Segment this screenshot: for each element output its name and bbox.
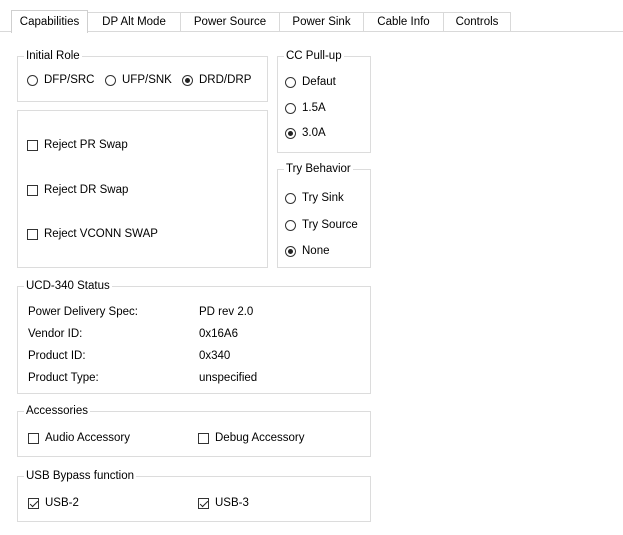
tab-bar: Capabilities DP Alt Mode Power Source Po… — [0, 0, 623, 33]
initial-role-title: Initial Role — [24, 49, 82, 63]
try-behavior-title: Try Behavior — [284, 162, 353, 176]
radio-try-sink[interactable]: Try Sink — [285, 192, 344, 204]
radio-cc-3-0a-label: 3.0A — [302, 127, 326, 139]
radio-cc-3-0a[interactable]: 3.0A — [285, 127, 326, 139]
reject-vconn-swap-label: Reject VCONN SWAP — [44, 228, 158, 240]
cc-pullup-group: CC Pull-up Defaut 1.5A 3.0A — [277, 49, 371, 153]
swap-options-group: Reject PR Swap Reject DR Swap Reject VCO… — [17, 110, 268, 268]
tab-controls[interactable]: Controls — [443, 12, 511, 32]
vendor-id-label: Vendor ID: — [28, 328, 83, 340]
radio-cc-default-label: Defaut — [302, 76, 336, 88]
radio-ufp-snk-label: UFP/SNK — [122, 74, 172, 86]
usb-3-label: USB-3 — [215, 497, 249, 509]
radio-indicator[interactable] — [285, 192, 296, 204]
radio-indicator[interactable] — [285, 127, 296, 139]
radio-try-source[interactable]: Try Source — [285, 219, 358, 231]
radio-drd-drp[interactable]: DRD/DRP — [182, 74, 251, 86]
radio-ufp-snk[interactable]: UFP/SNK — [105, 74, 172, 86]
radio-cc-default[interactable]: Defaut — [285, 76, 336, 88]
radio-indicator[interactable] — [285, 219, 296, 231]
accessories-group: Accessories Audio Accessory Debug Access… — [17, 404, 371, 457]
tab-dp-alt-mode[interactable]: DP Alt Mode — [87, 12, 181, 32]
radio-dfp-src-label: DFP/SRC — [44, 74, 95, 86]
product-id-label: Product ID: — [28, 350, 86, 362]
pd-spec-value: PD rev 2.0 — [199, 306, 254, 318]
check-audio-accessory[interactable]: Audio Accessory — [28, 432, 130, 444]
product-type-label: Product Type: — [28, 372, 99, 384]
checkbox[interactable] — [27, 184, 38, 196]
radio-cc-1-5a[interactable]: 1.5A — [285, 102, 326, 114]
radio-try-sink-label: Try Sink — [302, 192, 344, 204]
radio-indicator[interactable] — [285, 245, 296, 257]
pd-spec-label: Power Delivery Spec: — [28, 306, 138, 318]
check-reject-dr-swap[interactable]: Reject DR Swap — [27, 184, 128, 196]
radio-cc-1-5a-label: 1.5A — [302, 102, 326, 114]
debug-accessory-label: Debug Accessory — [215, 432, 305, 444]
vendor-id-value: 0x16A6 — [199, 328, 239, 340]
check-reject-vconn-swap[interactable]: Reject VCONN SWAP — [27, 228, 158, 240]
radio-dfp-src[interactable]: DFP/SRC — [27, 74, 94, 86]
check-reject-pr-swap[interactable]: Reject PR Swap — [27, 139, 128, 151]
radio-try-none[interactable]: None — [285, 245, 330, 257]
check-usb-2[interactable]: USB-2 — [28, 497, 79, 509]
tab-divider — [0, 31, 623, 32]
usb-bypass-title: USB Bypass function — [24, 469, 137, 483]
radio-indicator[interactable] — [285, 76, 296, 88]
tab-power-source[interactable]: Power Source — [180, 12, 280, 32]
try-behavior-group: Try Behavior Try Sink Try Source None — [277, 162, 371, 268]
check-usb-3[interactable]: USB-3 — [198, 497, 249, 509]
checkbox[interactable] — [28, 432, 39, 444]
usb-2-label: USB-2 — [45, 497, 79, 509]
product-id-value: 0x340 — [199, 350, 231, 362]
radio-indicator[interactable] — [105, 74, 116, 86]
tab-power-sink[interactable]: Power Sink — [279, 12, 364, 32]
reject-dr-swap-label: Reject DR Swap — [44, 184, 129, 196]
initial-role-group: Initial Role DFP/SRC UFP/SNK DRD/DRP — [17, 49, 268, 102]
radio-indicator[interactable] — [182, 74, 193, 86]
radio-try-none-label: None — [302, 245, 330, 257]
cc-pullup-title: CC Pull-up — [284, 49, 344, 63]
status-title: UCD-340 Status — [24, 279, 112, 293]
tab-capabilities[interactable]: Capabilities — [11, 10, 88, 33]
radio-try-source-label: Try Source — [302, 219, 358, 231]
status-group: UCD-340 Status Power Delivery Spec: PD r… — [17, 279, 371, 394]
accessories-title: Accessories — [24, 404, 90, 418]
checkbox[interactable] — [28, 497, 39, 509]
audio-accessory-label: Audio Accessory — [45, 432, 131, 444]
radio-drd-drp-label: DRD/DRP — [199, 74, 252, 86]
checkbox[interactable] — [27, 139, 38, 151]
tab-cable-info[interactable]: Cable Info — [363, 12, 444, 32]
radio-indicator[interactable] — [285, 102, 296, 114]
checkbox[interactable] — [198, 432, 209, 444]
product-type-value: unspecified — [199, 372, 258, 384]
check-debug-accessory[interactable]: Debug Accessory — [198, 432, 305, 444]
reject-pr-swap-label: Reject PR Swap — [44, 139, 128, 151]
checkbox[interactable] — [27, 228, 38, 240]
usb-bypass-group: USB Bypass function USB-2 USB-3 — [17, 469, 371, 522]
radio-indicator[interactable] — [27, 74, 38, 86]
checkbox[interactable] — [198, 497, 209, 509]
